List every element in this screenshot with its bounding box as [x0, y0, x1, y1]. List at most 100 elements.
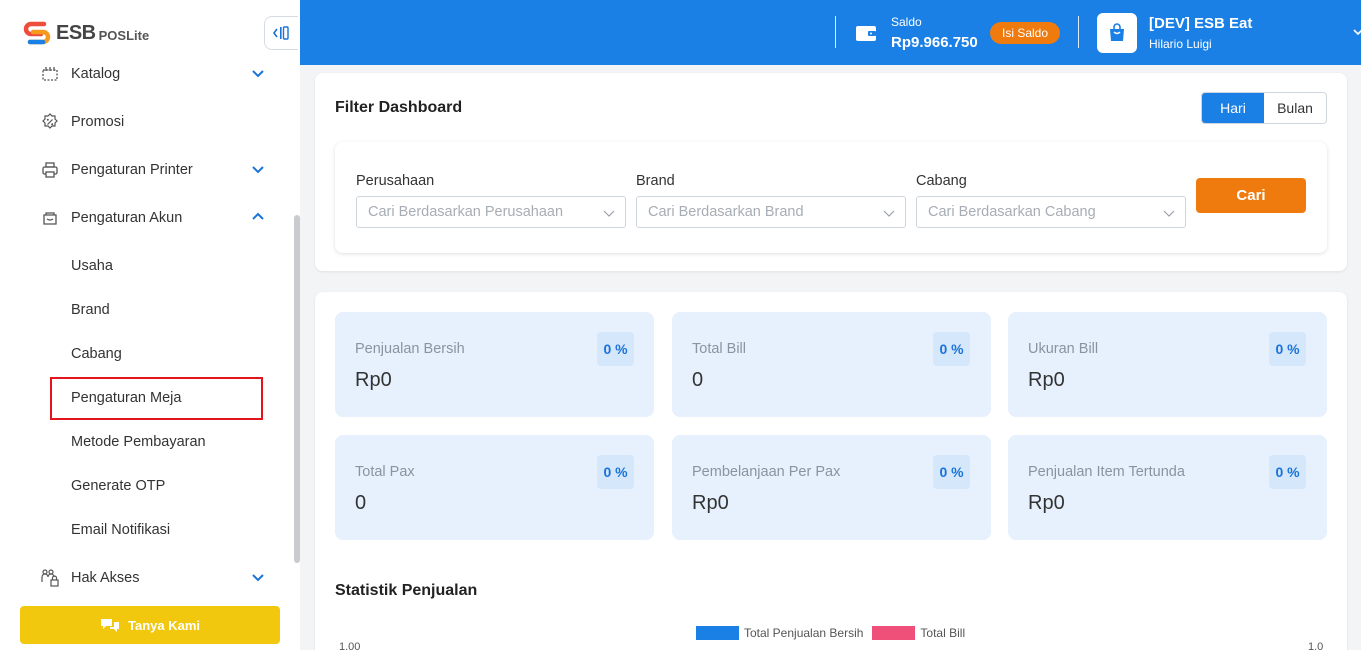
- period-day-button[interactable]: Hari: [1202, 93, 1264, 123]
- filter-card: Filter Dashboard Hari Bulan Perusahaan C…: [315, 73, 1347, 271]
- user-name: Hilario Luigi: [1149, 37, 1212, 51]
- sidebar-item-pengaturan-printer[interactable]: Pengaturan Printer: [40, 158, 280, 182]
- stat-label: Ukuran Bill: [1028, 341, 1099, 357]
- balance-label: Saldo: [891, 15, 922, 29]
- help-button[interactable]: Tanya Kami: [20, 606, 280, 644]
- stat-value: Rp0: [355, 369, 392, 391]
- brand-subname: POSLite: [98, 27, 150, 43]
- stat-value: 0: [692, 369, 704, 391]
- stat-tile-penjualan-item-tertunda: Penjualan Item Tertunda Rp0 0 %: [1008, 435, 1327, 540]
- chevron-down-icon[interactable]: [250, 65, 266, 81]
- stat-change-badge: 0 %: [1269, 455, 1306, 489]
- discount-icon: [40, 112, 60, 132]
- selection-highlight: [50, 377, 263, 420]
- filter-form: Perusahaan Cari Berdasarkan Perusahaan B…: [335, 142, 1327, 253]
- chart-legend[interactable]: Total Penjualan Bersih Total Bill: [696, 626, 974, 640]
- search-button[interactable]: Cari: [1196, 178, 1306, 213]
- sidebar-subitem-email-notifikasi[interactable]: Email Notifikasi: [71, 518, 170, 542]
- branch-label: Cabang: [916, 173, 967, 189]
- stat-tile-total-bill: Total Bill 0 0 %: [672, 312, 991, 417]
- chevron-up-icon[interactable]: [250, 209, 266, 225]
- access-rights-icon: [40, 568, 60, 588]
- brand-select[interactable]: Cari Berdasarkan Brand: [636, 196, 906, 228]
- chevron-down-icon: [603, 210, 615, 217]
- brand-name: ESB: [56, 21, 96, 44]
- account-settings-icon: [40, 208, 60, 228]
- stat-tile-pembelanjaan-per-pax: Pembelanjaan Per Pax Rp0 0 %: [672, 435, 991, 540]
- shopping-bag-icon: [1110, 23, 1124, 41]
- stats-card: Penjualan Bersih Rp0 0 % Total Bill 0 0 …: [315, 292, 1347, 650]
- store-avatar[interactable]: [1097, 13, 1137, 53]
- branch-select-placeholder: Cari Berdasarkan Cabang: [928, 204, 1096, 220]
- stat-value: Rp0: [1028, 369, 1065, 391]
- header-divider: [835, 16, 836, 48]
- chevron-down-icon[interactable]: [250, 569, 266, 585]
- legend-label-total-bill: Total Bill: [920, 626, 966, 640]
- stat-label: Total Bill: [692, 341, 746, 357]
- branch-select[interactable]: Cari Berdasarkan Cabang: [916, 196, 1186, 228]
- sidebar-item-promosi[interactable]: Promosi: [40, 110, 280, 134]
- sidebar-subitem-metode-pembayaran[interactable]: Metode Pembayaran: [71, 430, 206, 454]
- stat-value: 0: [355, 492, 367, 514]
- sidebar: ESB POSLite Katalog Promosi Pengaturan P…: [0, 0, 300, 650]
- sidebar-item-label: Pengaturan Printer: [71, 162, 193, 178]
- sidebar-item-label: Promosi: [71, 114, 125, 130]
- filter-title: Filter Dashboard: [335, 99, 463, 116]
- stat-label: Total Pax: [355, 464, 415, 480]
- brand-label: Brand: [636, 173, 675, 189]
- period-month-button[interactable]: Bulan: [1264, 93, 1326, 123]
- topup-button[interactable]: Isi Saldo: [990, 22, 1060, 44]
- chevron-down-icon: [883, 210, 895, 217]
- company-select[interactable]: Cari Berdasarkan Perusahaan: [356, 196, 626, 228]
- sidebar-item-label: Pengaturan Akun: [71, 210, 183, 226]
- sidebar-subitem-cabang[interactable]: Cabang: [71, 342, 122, 366]
- stat-change-badge: 0 %: [597, 455, 634, 489]
- stat-change-badge: 0 %: [933, 332, 970, 366]
- sales-chart-title: Statistik Penjualan: [335, 582, 478, 599]
- chevron-down-icon: [1163, 210, 1175, 217]
- y-axis-right-tick: 1.0: [1308, 641, 1324, 650]
- catalog-icon: [40, 64, 60, 84]
- sidebar-subitem-generate-otp[interactable]: Generate OTP: [71, 474, 165, 498]
- y-axis-left-tick: 1.00: [339, 641, 361, 650]
- sidebar-scrollbar[interactable]: [294, 215, 300, 563]
- stat-tile-penjualan-bersih: Penjualan Bersih Rp0 0 %: [335, 312, 654, 417]
- sidebar-nav[interactable]: Katalog Promosi Pengaturan Printer Penga…: [0, 52, 300, 597]
- sidebar-item-label: Hak Akses: [71, 570, 140, 586]
- sidebar-subitem-brand[interactable]: Brand: [71, 298, 110, 322]
- chevron-down-icon[interactable]: [1352, 26, 1361, 38]
- printer-icon: [40, 160, 60, 180]
- balance-value: Rp9.966.750: [891, 34, 978, 51]
- stat-tile-total-pax: Total Pax 0 0 %: [335, 435, 654, 540]
- sidebar-collapse-button[interactable]: [264, 16, 298, 50]
- sidebar-item-katalog[interactable]: Katalog: [40, 62, 280, 86]
- sidebar-item-label: Katalog: [71, 66, 121, 82]
- company-label: Perusahaan: [356, 173, 435, 189]
- stat-change-badge: 0 %: [933, 455, 970, 489]
- stat-label: Pembelanjaan Per Pax: [692, 464, 841, 480]
- sidebar-subitem-usaha[interactable]: Usaha: [71, 254, 113, 278]
- header-divider: [1078, 16, 1079, 48]
- help-button-label: Tanya Kami: [127, 617, 200, 633]
- legend-swatch-net-sales: [696, 626, 739, 640]
- chevron-down-icon[interactable]: [250, 161, 266, 177]
- stat-tile-ukuran-bill: Ukuran Bill Rp0 0 %: [1008, 312, 1327, 417]
- sidebar-item-hak-akses[interactable]: Hak Akses: [40, 566, 280, 590]
- stat-change-badge: 0 %: [597, 332, 634, 366]
- stat-change-badge: 0 %: [1269, 332, 1306, 366]
- stat-value: Rp0: [1028, 492, 1065, 514]
- sidebar-item-pengaturan-akun[interactable]: Pengaturan Akun: [40, 206, 280, 230]
- legend-swatch-total-bill: [872, 626, 916, 640]
- brand-select-placeholder: Cari Berdasarkan Brand: [648, 204, 804, 220]
- period-toggle[interactable]: Hari Bulan: [1201, 92, 1327, 124]
- collapse-icon: [272, 26, 289, 40]
- esb-logo-icon: [23, 21, 51, 45]
- company-select-placeholder: Cari Berdasarkan Perusahaan: [368, 204, 564, 220]
- legend-label-net-sales: Total Penjualan Bersih: [744, 626, 864, 640]
- top-bar: Saldo Rp9.966.750 Isi Saldo [DEV] ESB Ea…: [300, 0, 1361, 65]
- app-logo[interactable]: ESB POSLite: [22, 16, 149, 50]
- stat-label: Penjualan Bersih: [355, 341, 465, 357]
- stat-value: Rp0: [692, 492, 729, 514]
- chat-icon: [100, 619, 119, 632]
- store-name[interactable]: [DEV] ESB Eat: [1149, 15, 1252, 32]
